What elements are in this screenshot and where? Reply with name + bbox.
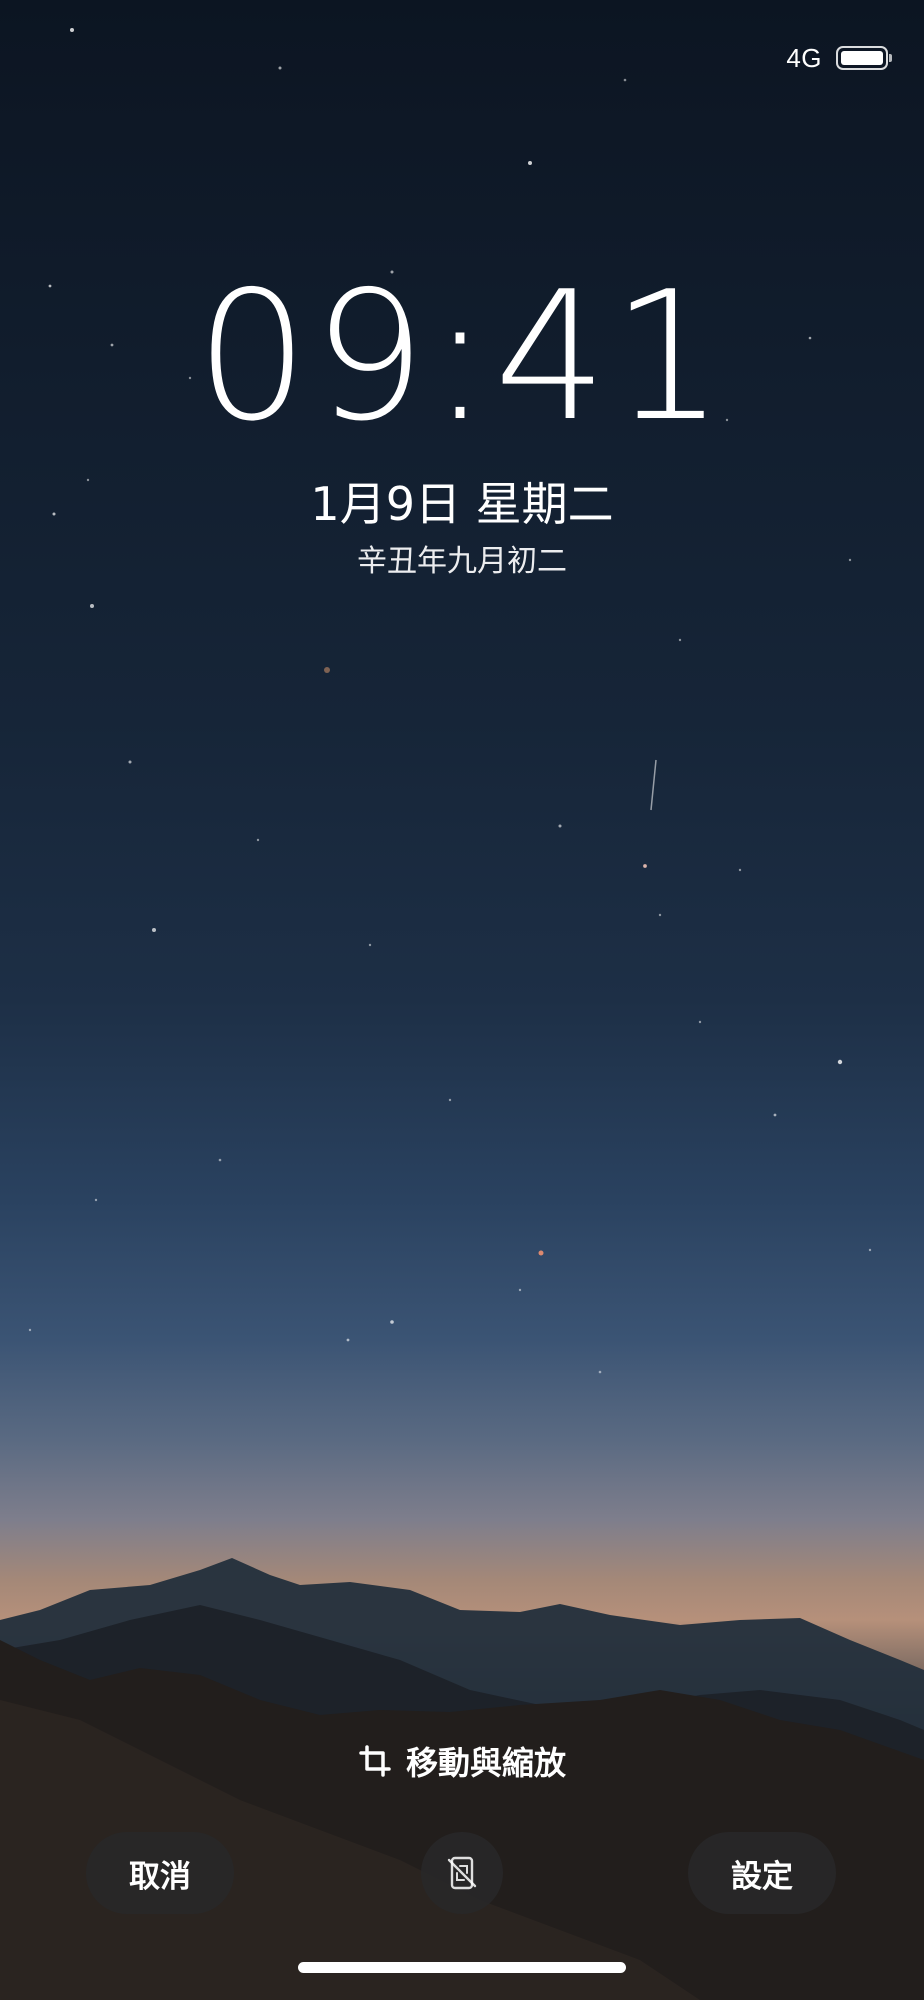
network-indicator: 4G (786, 42, 822, 73)
lock-screen-date: 1月9日 星期二 (310, 477, 614, 531)
lunar-date: 辛丑年九月初二 (357, 544, 567, 579)
rotate-button[interactable] (421, 1832, 503, 1914)
battery-level (841, 51, 883, 65)
move-zoom-hint[interactable]: 移動與縮放 (0, 1738, 924, 1784)
status-bar: 4G (786, 38, 892, 78)
rotate-phone-icon (447, 1856, 477, 1890)
set-button[interactable]: 設定 (688, 1832, 836, 1914)
lock-screen-clock: 09:41 (195, 253, 729, 460)
battery-cap (889, 54, 892, 62)
move-zoom-label: 移動與縮放 (405, 1744, 566, 1782)
battery-icon (836, 46, 892, 70)
cancel-button[interactable]: 取消 (86, 1832, 234, 1914)
home-indicator[interactable] (298, 1962, 626, 1973)
crop-icon (359, 1745, 391, 1777)
